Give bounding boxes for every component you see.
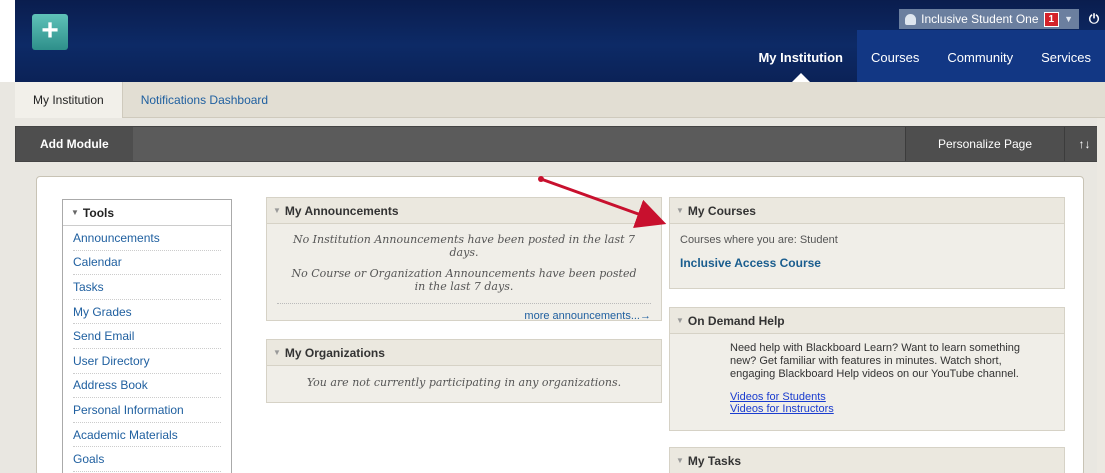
collapse-triangle-icon[interactable]: ▼ <box>676 456 684 465</box>
help-title: On Demand Help <box>687 313 785 328</box>
tools-item-goals[interactable]: Goals <box>73 447 221 472</box>
tools-item-tasks[interactable]: Tasks <box>73 275 221 300</box>
page-scrollbar[interactable] <box>1097 118 1105 473</box>
tools-item-announcements[interactable]: Announcements <box>73 226 221 251</box>
collapse-triangle-icon[interactable]: ▼ <box>71 208 79 217</box>
user-icon <box>905 13 917 25</box>
announcements-header[interactable]: ▼ My Announcements <box>267 198 661 224</box>
tools-item-my-grades[interactable]: My Grades <box>73 300 221 325</box>
organizations-module: ▼ My Organizations You are not currently… <box>266 339 662 403</box>
user-bar: Inclusive Student One 1 ▼ ⏻ <box>899 8 1105 30</box>
help-header[interactable]: ▼ On Demand Help <box>670 308 1064 334</box>
help-text: Need help with Blackboard Learn? Want to… <box>730 342 1021 380</box>
videos-for-students-link[interactable]: Videos for Students <box>730 391 1034 403</box>
subtab-my-institution[interactable]: My Institution <box>15 81 123 118</box>
main-nav: My Institution Courses Community Service… <box>744 30 1105 82</box>
tasks-header[interactable]: ▼ My Tasks <box>670 448 1064 473</box>
collapse-triangle-icon[interactable]: ▼ <box>273 206 281 215</box>
organizations-msg: You are not currently participating in a… <box>306 376 622 389</box>
tools-item-address-book[interactable]: Address Book <box>73 374 221 399</box>
sub-tabs: My Institution Notifications Dashboard <box>15 81 1105 118</box>
tools-item-calendar[interactable]: Calendar <box>73 251 221 276</box>
courses-module: ▼ My Courses Courses where you are: Stud… <box>669 197 1065 289</box>
add-plus-icon[interactable]: + <box>32 14 68 50</box>
tools-item-user-directory[interactable]: User Directory <box>73 349 221 374</box>
courses-role-text: Courses where you are: Student <box>680 234 838 246</box>
nav-tab-community[interactable]: Community <box>933 30 1028 82</box>
user-menu-button[interactable]: Inclusive Student One 1 ▼ <box>899 9 1079 29</box>
courses-title: My Courses <box>687 203 756 218</box>
tasks-title: My Tasks <box>687 453 742 468</box>
user-name: Inclusive Student One <box>921 12 1039 26</box>
tools-item-send-email[interactable]: Send Email <box>73 324 221 349</box>
top-banner: + Inclusive Student One 1 ▼ ⏻ My Institu… <box>15 0 1105 82</box>
videos-for-instructors-link[interactable]: Videos for Instructors <box>730 403 1034 415</box>
content-panel: ▼ Tools Announcements Calendar Tasks My … <box>36 176 1084 473</box>
chevron-down-icon[interactable]: ▼ <box>1064 14 1073 24</box>
more-announcements-link[interactable]: more announcements...→ <box>277 310 651 322</box>
subtab-notifications-dashboard[interactable]: Notifications Dashboard <box>123 82 286 118</box>
tools-item-academic-materials[interactable]: Academic Materials <box>73 423 221 448</box>
logout-power-icon[interactable]: ⏻ <box>1083 11 1105 27</box>
course-link-inclusive-access[interactable]: Inclusive Access Course <box>680 256 1054 270</box>
announcements-module: ▼ My Announcements No Institution Announ… <box>266 197 662 322</box>
organizations-header[interactable]: ▼ My Organizations <box>267 340 661 366</box>
personalize-page-button[interactable]: Personalize Page <box>904 127 1064 161</box>
add-module-button[interactable]: Add Module <box>16 127 133 161</box>
tools-module: ▼ Tools Announcements Calendar Tasks My … <box>62 199 232 473</box>
nav-tab-services[interactable]: Services <box>1027 30 1105 82</box>
notification-badge[interactable]: 1 <box>1043 11 1060 27</box>
nav-tab-courses[interactable]: Courses <box>856 30 934 82</box>
module-toolbar: Add Module Personalize Page ↑↓ <box>15 126 1105 162</box>
collapse-triangle-icon[interactable]: ▼ <box>676 206 684 215</box>
tools-list: Announcements Calendar Tasks My Grades S… <box>63 226 231 472</box>
tools-header[interactable]: ▼ Tools <box>63 200 231 226</box>
organizations-title: My Organizations <box>284 345 385 360</box>
tools-title: Tools <box>82 205 115 220</box>
institution-announcements-msg: No Institution Announcements have been p… <box>292 233 636 259</box>
collapse-triangle-icon[interactable]: ▼ <box>676 316 684 325</box>
collapse-triangle-icon[interactable]: ▼ <box>273 348 281 357</box>
on-demand-help-module: ▼ On Demand Help Need help with Blackboa… <box>669 307 1065 431</box>
courses-header[interactable]: ▼ My Courses <box>670 198 1064 224</box>
announcements-title: My Announcements <box>284 203 399 218</box>
nav-tab-my-institution[interactable]: My Institution <box>744 30 857 82</box>
pencil-icon[interactable]: ✎ <box>6 64 16 78</box>
tools-item-personal-information[interactable]: Personal Information <box>73 398 221 423</box>
course-announcements-msg: No Course or Organization Announcements … <box>291 267 637 293</box>
tasks-module: ▼ My Tasks <box>669 447 1065 473</box>
